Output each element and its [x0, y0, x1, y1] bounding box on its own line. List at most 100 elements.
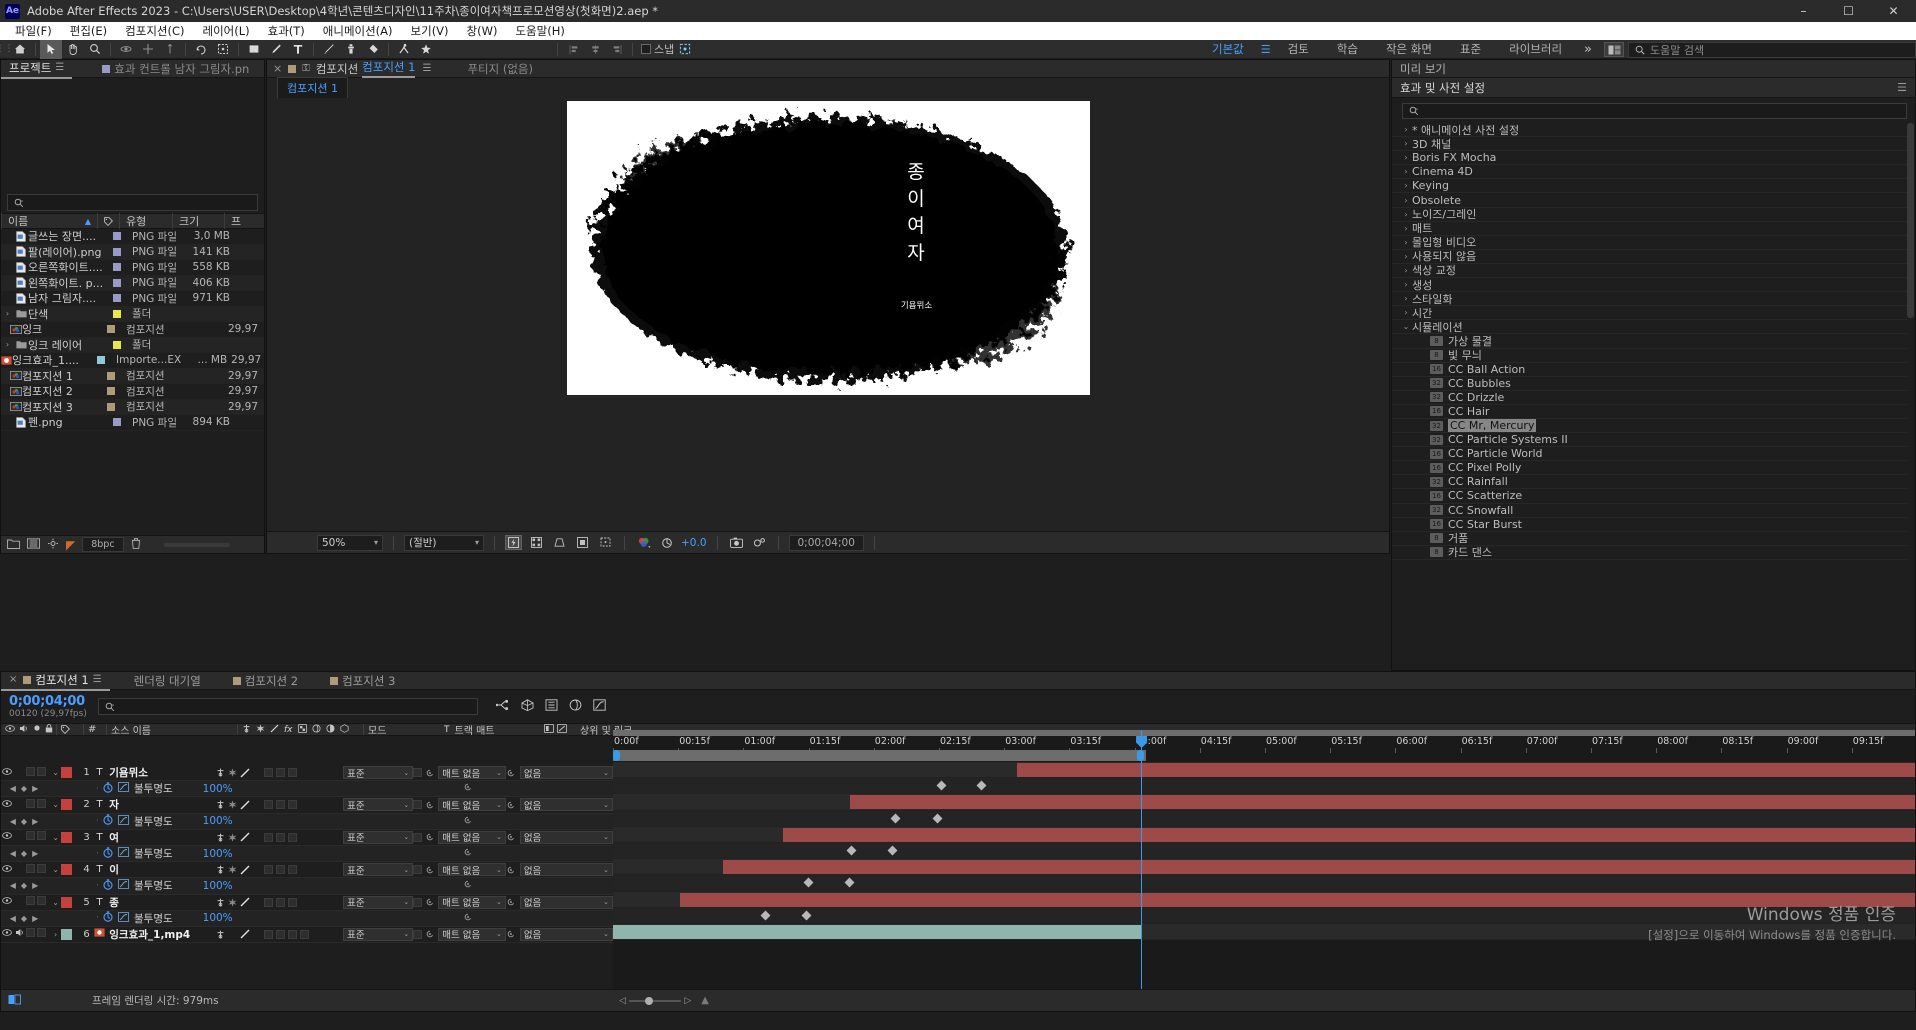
chevron-right-icon[interactable]: ›	[1400, 308, 1412, 317]
effect-item-row[interactable]: 16CC Star Burst	[1392, 518, 1907, 532]
comp-tab-name[interactable]: 컴포지션 1	[362, 59, 415, 78]
exposure-reset-icon[interactable]	[658, 535, 675, 550]
layer-mode-select[interactable]: 표준⌄	[343, 896, 413, 909]
layer-parent-select[interactable]: 없음⌄	[506, 863, 613, 876]
selection-tool[interactable]	[40, 40, 62, 59]
work-area-start-handle[interactable]	[613, 750, 620, 761]
effects-search-input[interactable]	[1402, 103, 1907, 119]
layer-audio-icon[interactable]	[13, 928, 27, 940]
rectangle-tool[interactable]	[243, 40, 265, 59]
layer-twirl-icon[interactable]: ⌄	[50, 800, 62, 809]
close-button[interactable]: ✕	[1871, 0, 1916, 22]
menu-item-7[interactable]: 창(W)	[458, 22, 507, 40]
property-track-row[interactable]	[613, 908, 1915, 924]
snap-checkbox[interactable]	[641, 44, 651, 54]
effects-category-row[interactable]: ›사용되지 않음	[1392, 250, 1907, 264]
layer-switches[interactable]	[216, 768, 343, 778]
next-keyframe-icon[interactable]: ▶	[32, 914, 38, 923]
property-track-row[interactable]	[613, 778, 1915, 794]
project-item-row[interactable]: 컴포지션 2컴포지션29,97	[1, 384, 264, 400]
anchor-point-tool[interactable]	[212, 40, 234, 59]
show-snapshot-icon[interactable]	[751, 535, 768, 550]
toggle-switches-modes-icon[interactable]	[8, 994, 21, 1008]
effect-item-row[interactable]: 16CC Hair	[1392, 405, 1907, 419]
layer-lock-toggle[interactable]	[37, 831, 50, 843]
project-search-input[interactable]	[7, 194, 258, 211]
layer-lock-toggle[interactable]	[37, 864, 50, 876]
grid-guides-icon[interactable]	[597, 535, 614, 550]
layer-duration-bar[interactable]	[680, 893, 1916, 907]
brush-tool[interactable]	[318, 40, 340, 59]
layer-lock-toggle[interactable]	[37, 799, 50, 811]
project-item-label-swatch[interactable]	[110, 341, 132, 349]
prev-keyframe-icon[interactable]: ◀	[10, 817, 16, 826]
timeline-tab-3[interactable]: 컴포지션 3	[322, 672, 403, 690]
stopwatch-icon[interactable]	[103, 879, 113, 893]
layer-property-row[interactable]: ◀◆▶·불투명도100%	[1, 814, 613, 830]
panel-menu-icon[interactable]: ☰	[55, 59, 64, 77]
pan-camera-tool[interactable]	[137, 40, 159, 59]
layer-name[interactable]: 잉크효과_1,mp4	[109, 927, 216, 942]
property-track-row[interactable]	[613, 843, 1915, 859]
align-center-icon[interactable]	[584, 40, 606, 59]
minimize-button[interactable]: –	[1781, 0, 1826, 22]
timeline-layer-row[interactable]: ›6잉크효과_1,mp4표준⌄매트 없음⌄없음⌄	[1, 927, 613, 943]
project-item-row[interactable]: 왼쪽화이트. p...PNG 파일406 KB	[1, 276, 264, 292]
layer-lock-toggle[interactable]	[37, 928, 50, 940]
property-value[interactable]: 100%	[203, 815, 233, 827]
layer-property-row[interactable]: ◀◆▶·불투명도100%	[1, 878, 613, 894]
keyframe-toggle-icon[interactable]: ◆	[21, 849, 27, 858]
prev-keyframe-icon[interactable]: ◀	[10, 881, 16, 890]
align-right-icon[interactable]	[606, 40, 628, 59]
timeline-zoom-slider[interactable]: ◁ ▷ ▲	[619, 994, 709, 1007]
transparency-grid-icon[interactable]	[528, 535, 545, 550]
layer-duration-bar[interactable]	[1017, 763, 1915, 777]
effects-category-row[interactable]: ›Boris FX Mocha	[1392, 151, 1907, 165]
type-tool[interactable]	[287, 40, 309, 59]
layer-name[interactable]: 종	[109, 895, 216, 910]
project-item-row[interactable]: 남자 그림자....PNG 파일971 KB	[1, 291, 264, 307]
project-item-row[interactable]: ›단색폴더	[1, 307, 264, 323]
hide-shy-layers-icon[interactable]	[545, 699, 558, 714]
project-item-row[interactable]: 잉크효과_1....Importe...EX... MB29,97	[1, 353, 264, 369]
effects-category-row[interactable]: ›시간	[1392, 306, 1907, 320]
hand-tool[interactable]	[62, 40, 84, 59]
menu-item-3[interactable]: 레이어(L)	[193, 22, 258, 40]
project-item-label-swatch[interactable]	[110, 418, 132, 426]
menu-item-2[interactable]: 컴포지션(C)	[116, 22, 193, 40]
timeline-layer-row[interactable]: ⌄5T종표준⌄매트 없음⌄없음⌄	[1, 895, 613, 911]
rotation-tool[interactable]	[190, 40, 212, 59]
help-search-input[interactable]: 도움말 검색	[1628, 42, 1916, 58]
property-value[interactable]: 100%	[203, 848, 233, 860]
current-time-indicator[interactable]	[1141, 730, 1142, 989]
puppet-pin-tool[interactable]	[415, 40, 437, 59]
zoom-in-icon[interactable]: ▷	[684, 996, 691, 1006]
resolution-select[interactable]: (절반)▾	[404, 535, 484, 551]
layer-lock-toggle[interactable]	[37, 896, 50, 908]
layer-switches[interactable]	[216, 832, 343, 842]
keyframe-marker[interactable]	[845, 878, 855, 888]
layer-duration-bar[interactable]	[783, 828, 1915, 842]
zoom-level-select[interactable]: 50%▾	[317, 535, 383, 551]
stopwatch-icon[interactable]	[103, 814, 113, 828]
workspace-tab-기본값[interactable]: 기본값	[1198, 40, 1258, 59]
comp-timecode[interactable]: 0;00;04;00	[789, 535, 864, 551]
timeline-track-row[interactable]	[613, 859, 1915, 875]
keyframe-navigator[interactable]: ◀◆▶	[1, 784, 47, 793]
orbit-tool[interactable]	[115, 40, 137, 59]
layer-visibility-icon[interactable]	[1, 865, 13, 875]
column-name[interactable]: 이름 ▲	[1, 213, 97, 229]
graph-editor-toggle-icon[interactable]	[118, 782, 129, 795]
eraser-tool[interactable]	[362, 40, 384, 59]
menu-item-8[interactable]: 도움말(H)	[506, 22, 573, 40]
chevron-right-icon[interactable]: ›	[1400, 153, 1412, 162]
keyframe-navigator[interactable]: ◀◆▶	[1, 817, 47, 826]
keyframe-marker[interactable]	[891, 813, 901, 823]
time-ruler[interactable]: 0:00f00:15f01:00f01:15f02:00f02:15f03:00…	[613, 730, 1915, 750]
align-left-icon[interactable]	[562, 40, 584, 59]
layer-twirl-icon[interactable]: ⌄	[50, 833, 62, 842]
workspace-tab-작은 화면[interactable]: 작은 화면	[1372, 40, 1446, 59]
delete-icon[interactable]	[131, 538, 141, 552]
workspace-menu-icon[interactable]: ☰	[1258, 43, 1274, 56]
menu-item-4[interactable]: 효과(T)	[259, 22, 314, 40]
